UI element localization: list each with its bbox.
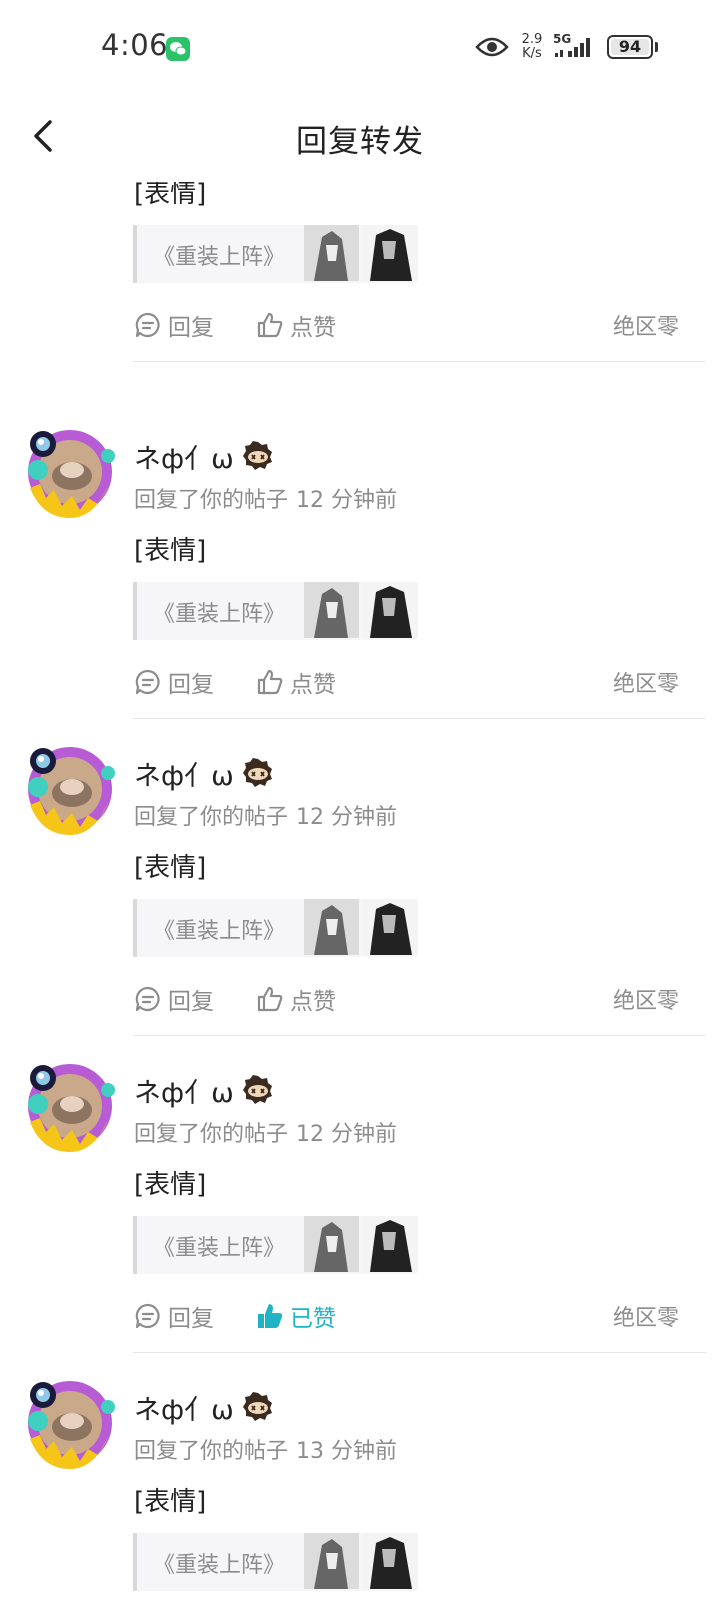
- reply-button[interactable]: 回复: [134, 664, 214, 700]
- post-thumbnail: [304, 225, 418, 281]
- level-badge-icon: [242, 1075, 272, 1104]
- username[interactable]: ネф亻ω: [134, 754, 234, 793]
- username[interactable]: ネф亻ω: [134, 1071, 234, 1110]
- forum-name[interactable]: 绝区零: [613, 309, 679, 341]
- avatar[interactable]: [24, 743, 116, 835]
- username-row: ネф亻ω: [134, 753, 274, 793]
- quoted-post[interactable]: 《重装上阵》: [133, 1216, 418, 1274]
- quoted-post[interactable]: 《重装上阵》: [133, 582, 418, 640]
- like-button[interactable]: 点赞: [256, 981, 336, 1017]
- level-badge-icon: [242, 758, 272, 787]
- reply-action-text: 回复了你的帖子: [134, 1439, 289, 1464]
- like-label: 点赞: [290, 672, 336, 698]
- reply-action-text: 回复了你的帖子: [134, 1122, 289, 1147]
- reply-meta: 回复了你的帖子 12 分钟前: [134, 482, 397, 514]
- reply-content: [表情]: [134, 1487, 207, 1517]
- status-bar: 4:06 2.9 K/s 5G 94: [0, 0, 720, 96]
- battery-icon: 94: [607, 35, 653, 59]
- like-button[interactable]: 已赞: [256, 1298, 336, 1334]
- quoted-post[interactable]: 《重装上阵》: [133, 1533, 418, 1591]
- username[interactable]: ネф亻ω: [134, 1388, 234, 1427]
- header: 回复转发: [0, 96, 720, 182]
- comment-icon: [135, 669, 160, 695]
- comment-icon: [135, 986, 160, 1012]
- signal-icon: [555, 38, 590, 57]
- reply-button[interactable]: 回复: [134, 1298, 214, 1334]
- reply-button[interactable]: 回复: [134, 981, 214, 1017]
- timestamp: 12 分钟前: [296, 805, 398, 830]
- battery-tip: [655, 42, 658, 52]
- thumbs-up-icon: [257, 986, 283, 1012]
- timestamp: 12 分钟前: [296, 488, 398, 513]
- reply-label: 回复: [168, 672, 214, 698]
- forum-name[interactable]: 绝区零: [613, 983, 679, 1015]
- quoted-post[interactable]: 《重装上阵》: [133, 899, 418, 957]
- post-thumbnail: [304, 899, 418, 955]
- level-badge-icon: [242, 441, 272, 470]
- list-item[interactable]: ネф亻ω 回复了你的帖子 13 分钟前 [表情] 《重装上阵》: [0, 1353, 720, 1600]
- level-badge-icon: [242, 1392, 272, 1421]
- avatar[interactable]: [24, 1060, 116, 1152]
- action-bar: 回复 点赞 绝区零: [134, 664, 679, 700]
- like-button[interactable]: 点赞: [256, 664, 336, 700]
- reply-label: 回复: [168, 989, 214, 1015]
- reply-meta: 回复了你的帖子 12 分钟前: [134, 1116, 397, 1148]
- reply-button[interactable]: 回复: [134, 307, 214, 343]
- quoted-post[interactable]: 《重装上阵》: [133, 225, 418, 283]
- reply-label: 回复: [168, 1306, 214, 1332]
- username-row: ネф亻ω: [134, 1070, 274, 1110]
- list-item[interactable]: ネф亻ω 回复了你的帖子 12 分钟前 [表情] 《重装上阵》: [0, 719, 720, 1036]
- net-speed: 2.9 K/s: [521, 32, 543, 61]
- quoted-post-title: 《重装上阵》: [153, 919, 286, 944]
- reply-action-text: 回复了你的帖子: [134, 805, 289, 830]
- eye-icon: [475, 37, 509, 57]
- like-button[interactable]: 点赞: [256, 307, 336, 343]
- reply-content: [表情]: [134, 1170, 207, 1200]
- quoted-post-title: 《重装上阵》: [153, 602, 286, 627]
- status-time: 4:06: [101, 28, 169, 62]
- list-item[interactable]: [表情] 《重装上阵》 回复 点赞 绝区零: [0, 182, 720, 362]
- post-thumbnail: [304, 1533, 418, 1589]
- action-bar: 回复 点赞 绝区零: [134, 981, 679, 1017]
- avatar[interactable]: [24, 1377, 116, 1469]
- list-item[interactable]: ネф亻ω 回复了你的帖子 12 分钟前 [表情] 《重装上阵》: [0, 1036, 720, 1353]
- quoted-post-title: 《重装上阵》: [153, 1553, 286, 1578]
- forum-name[interactable]: 绝区零: [613, 666, 679, 698]
- action-bar: 回复 点赞 绝区零: [134, 307, 679, 343]
- reply-feed[interactable]: [表情] 《重装上阵》 回复 点赞 绝区零 ネф亻ω 回复了你的帖子 12 分钟…: [0, 182, 720, 1600]
- thumbs-up-icon: [257, 669, 283, 695]
- reply-label: 回复: [168, 315, 214, 341]
- post-thumbnail: [304, 582, 418, 638]
- divider: [133, 361, 706, 362]
- quoted-post-title: 《重装上阵》: [153, 245, 286, 270]
- thumbs-up-filled-icon: [258, 1304, 283, 1328]
- reply-content: [表情]: [134, 536, 207, 566]
- reply-meta: 回复了你的帖子 13 分钟前: [134, 1433, 397, 1465]
- quoted-post-title: 《重装上阵》: [153, 1236, 286, 1261]
- battery-level: 94: [611, 39, 649, 55]
- wechat-notification-icon: [166, 37, 190, 61]
- reply-content: [表情]: [134, 182, 207, 209]
- timestamp: 13 分钟前: [296, 1439, 398, 1464]
- like-label: 点赞: [290, 315, 336, 341]
- like-label: 点赞: [290, 989, 336, 1015]
- timestamp: 12 分钟前: [296, 1122, 398, 1147]
- username[interactable]: ネф亻ω: [134, 437, 234, 476]
- avatar[interactable]: [24, 426, 116, 518]
- forum-name[interactable]: 绝区零: [613, 1300, 679, 1332]
- reply-meta: 回复了你的帖子 12 分钟前: [134, 799, 397, 831]
- comment-icon: [135, 1303, 160, 1329]
- comment-icon: [135, 312, 160, 338]
- page-title: 回复转发: [296, 124, 424, 160]
- like-label: 已赞: [290, 1306, 336, 1332]
- thumbs-up-icon: [257, 312, 283, 338]
- post-thumbnail: [304, 1216, 418, 1272]
- list-item[interactable]: ネф亻ω 回复了你的帖子 12 分钟前 [表情] 《重装上阵》: [0, 402, 720, 719]
- username-row: ネф亻ω: [134, 436, 274, 476]
- reply-action-text: 回复了你的帖子: [134, 488, 289, 513]
- username-row: ネф亻ω: [134, 1387, 274, 1427]
- action-bar: 回复 已赞 绝区零: [134, 1298, 679, 1334]
- reply-content: [表情]: [134, 853, 207, 883]
